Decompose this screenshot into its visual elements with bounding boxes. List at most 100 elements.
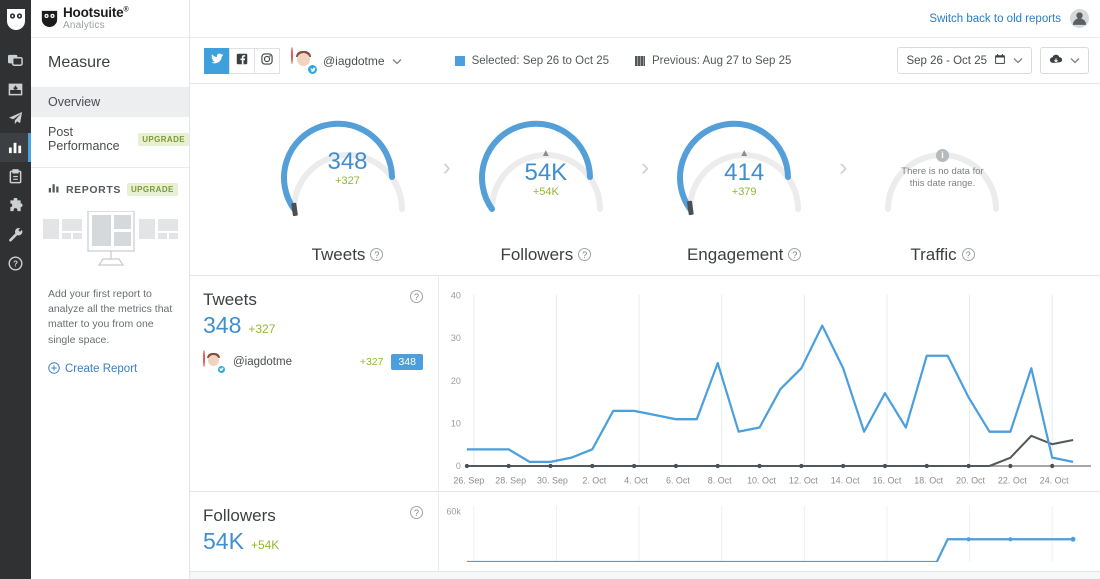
sidebar-item-planner[interactable]: [0, 75, 31, 104]
gauge-arc: ▲ 54K +54K: [468, 105, 624, 239]
sidebar-item-help[interactable]: ?: [0, 249, 31, 278]
gauge-delta: +327: [335, 174, 360, 187]
user-avatar-icon[interactable]: [1070, 9, 1089, 28]
legend-selected: Selected: Sep 26 to Oct 25: [454, 54, 610, 67]
kpi-gauge-traffic[interactable]: i There is no data for this date range. …: [847, 105, 1037, 265]
gauge-arc: i There is no data for this date range.: [864, 105, 1020, 239]
instagram-camera-icon: [260, 52, 274, 69]
question-circle-icon[interactable]: ?: [370, 248, 384, 261]
question-circle-icon[interactable]: ?: [578, 248, 592, 261]
svg-text:22. Oct: 22. Oct: [998, 476, 1027, 486]
svg-text:26. Sep: 26. Sep: [453, 476, 484, 486]
metric-header: Followers ?: [203, 506, 423, 526]
account-handle: @iagdotme: [323, 53, 385, 68]
metric-value: 348: [203, 312, 242, 338]
export-button[interactable]: [1039, 47, 1089, 74]
brand-title: Hootsuite: [63, 5, 124, 21]
sidebar-item-publisher[interactable]: [0, 104, 31, 133]
chart-series-selected: [466, 538, 1074, 562]
cloud-download-icon: [1049, 53, 1063, 68]
followers-line-chart[interactable]: 60k: [439, 492, 1100, 571]
gauge-value: 414: [724, 158, 765, 186]
svg-text:10. Oct: 10. Oct: [747, 476, 776, 486]
gauge-label: Tweets ?: [312, 245, 384, 265]
facebook-f-icon: [235, 52, 249, 69]
gauge-label-text: Traffic: [910, 244, 957, 264]
svg-text:14. Oct: 14. Oct: [831, 476, 860, 486]
chart-x-axis-labels: 26. Sep 28. Sep 30. Sep 2. Oct 4. Oct 6. Oct…: [453, 476, 1069, 486]
switch-to-old-reports-link[interactable]: Switch back to old reports: [929, 13, 1061, 25]
svg-text:4. Oct: 4. Oct: [624, 476, 648, 486]
kpi-gauge-tweets[interactable]: 348 +327 Tweets ?: [253, 105, 443, 265]
legend-swatch-previous: [635, 55, 646, 66]
question-circle-icon[interactable]: ?: [961, 248, 975, 261]
list-item[interactable]: @iagdotme +327 348: [203, 350, 423, 374]
gauge-label-text: Tweets: [311, 244, 366, 264]
svg-text:40: 40: [451, 290, 461, 300]
toolbar-controls: Sep 26 - Oct 25: [897, 47, 1089, 74]
sidebar-item-tools[interactable]: [0, 220, 31, 249]
reports-description: Add your first report to analyze all the…: [48, 288, 173, 346]
chevron-down-icon: [1013, 56, 1023, 66]
brand-header: Hootsuite® Analytics: [31, 0, 189, 38]
account-stats: +327 348: [360, 353, 423, 370]
sidebar-item-overview[interactable]: Overview: [31, 87, 189, 117]
metric-summary: Tweets ? 348 +327 @iagdotme +327 348: [190, 276, 439, 491]
top-bar: Switch back to old reports: [190, 0, 1100, 38]
legend-label-selected: Selected: Sep 26 to Oct 25: [471, 54, 610, 67]
hootsuite-owl-logo-icon[interactable]: [5, 6, 27, 32]
chart-canvas: 4030 20100 26. Sep 28. Sep 30. Sep 2. Oc…: [451, 290, 1092, 486]
chevron-right-icon: ›: [442, 153, 451, 181]
date-range-label: Sep 26 - Oct 25: [906, 54, 987, 67]
svg-text:18. Oct: 18. Oct: [914, 476, 943, 486]
upgrade-badge: UPGRADE: [138, 132, 189, 146]
sidebar-item-analytics[interactable]: [0, 133, 31, 162]
chart-y-axis-label: 60k: [446, 506, 461, 516]
gauge-value: 348: [327, 147, 368, 175]
sidebar-item-post-performance[interactable]: Post Performance UPGRADE: [31, 117, 189, 161]
page-title: Measure: [48, 54, 111, 71]
gauge-center: ▲ 54K +54K: [468, 148, 624, 198]
chart-gridlines: [473, 506, 1053, 562]
metric-value: 54K: [203, 528, 244, 554]
sidebar-item-apps[interactable]: [0, 191, 31, 220]
twitter-badge-icon: [217, 365, 226, 374]
legend-swatch-selected: [454, 55, 465, 66]
gauge-center: ▲ 414 +379: [666, 148, 822, 198]
measure-sidebar: Hootsuite® Analytics Measure Overview Po…: [31, 0, 190, 579]
chart-canvas: 60k: [446, 506, 1076, 562]
kpi-gauge-row: 348 +327 Tweets ? › ▲ 54K +54K Followers…: [190, 84, 1100, 276]
network-filter-instagram[interactable]: [254, 47, 280, 74]
bar-chart-icon: [48, 182, 60, 197]
create-report-button[interactable]: Create Report: [31, 348, 189, 377]
tweets-line-chart[interactable]: 40 30 20 10 0 26. Sep 28. Sep 30. Sep 2.…: [439, 276, 1100, 491]
kpi-gauge-followers[interactable]: ▲ 54K +54K Followers ?: [451, 105, 641, 265]
main-panel: Switch back to old reports @iagdotme Sel…: [190, 0, 1100, 579]
svg-text:20. Oct: 20. Oct: [956, 476, 985, 486]
question-circle-icon[interactable]: ?: [410, 290, 423, 303]
question-circle-icon[interactable]: ?: [410, 506, 423, 519]
network-filter-twitter[interactable]: [204, 47, 230, 74]
date-range-picker[interactable]: Sep 26 - Oct 25: [897, 47, 1032, 74]
global-nav-rail: ?: [0, 0, 31, 579]
sidebar-item-streams[interactable]: [0, 46, 31, 75]
account-selector[interactable]: @iagdotme: [291, 47, 402, 75]
network-filter-facebook[interactable]: [229, 47, 255, 74]
plus-circle-icon: [48, 362, 60, 377]
sidebar-item-assignments[interactable]: [0, 162, 31, 191]
twitter-bird-icon: [210, 52, 224, 69]
svg-text:16. Oct: 16. Oct: [873, 476, 902, 486]
gauge-center: i There is no data for this date range.: [864, 148, 1020, 191]
content-scroll-area[interactable]: 348 +327 Tweets ? › ▲ 54K +54K Followers…: [190, 84, 1100, 579]
report-layout-illustration-icon: [31, 197, 189, 281]
info-circle-icon: i: [935, 148, 949, 162]
metric-title: Tweets: [203, 290, 257, 309]
twitter-badge-icon: [307, 64, 318, 75]
gauge-delta: +54K: [532, 185, 559, 198]
app-root: ? Hootsuite® Analytics Measure Overview …: [0, 0, 1100, 579]
chevron-right-icon: ›: [839, 153, 848, 181]
svg-text:30: 30: [451, 333, 461, 343]
metric-title: Followers: [203, 506, 276, 525]
kpi-gauge-engagement[interactable]: ▲ 414 +379 Engagement ?: [649, 105, 839, 265]
question-circle-icon[interactable]: ?: [788, 248, 802, 261]
